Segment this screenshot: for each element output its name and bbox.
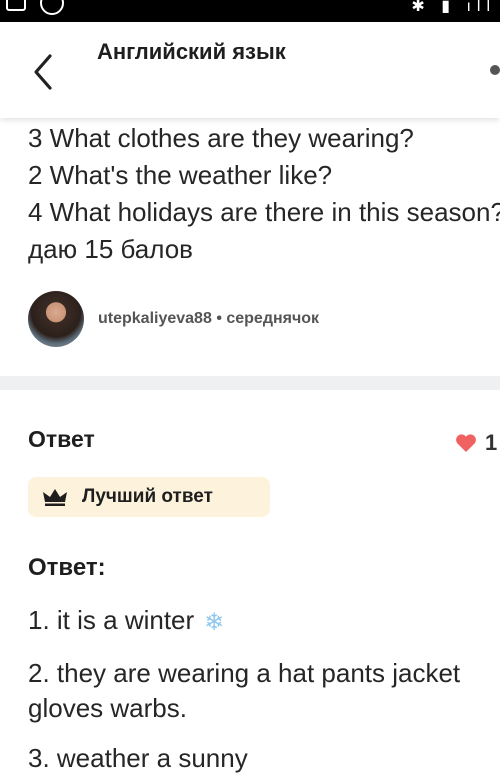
question-line: 4 What holidays are there in this season…: [28, 197, 500, 227]
question-line: 3 What clothes are they wearing?: [28, 123, 414, 153]
back-button[interactable]: [26, 50, 62, 94]
section-divider: [0, 376, 500, 390]
question-text: 3 What clothes are they wearing? 2 What'…: [28, 120, 500, 268]
answer-heading: Ответ: [28, 426, 95, 452]
question-author[interactable]: utepkaliyeva88 • середнячок: [28, 290, 319, 348]
page-title: Английский язык: [97, 39, 286, 64]
more-options-icon[interactable]: [490, 65, 500, 75]
crown-icon: [43, 489, 67, 506]
heart-icon: [456, 434, 476, 452]
gallery-icon: [6, 0, 26, 11]
question-line: даю 15 балов: [28, 234, 193, 264]
best-answer-badge: Лучший ответ: [28, 477, 270, 517]
likes-count: 1: [485, 430, 498, 455]
answer-line: 2. they are wearing a hat pants jacket: [28, 658, 461, 688]
author-username[interactable]: utepkaliyeva88: [98, 310, 212, 327]
status-bar: ✱ ▮ ıll: [0, 0, 500, 22]
signal-icons: ✱ ▮ ıll: [411, 0, 496, 15]
answer-label: Ответ:: [28, 554, 106, 581]
separator-dot: •: [216, 310, 227, 327]
answer-line-text: 1. it is a winter: [28, 605, 195, 635]
author-rank: середнячок: [226, 310, 320, 327]
best-answer-label: Лучший ответ: [82, 486, 213, 507]
answer-line: gloves warbs.: [28, 693, 187, 723]
app-bar: Английский язык: [0, 22, 500, 118]
answer-line: 1. it is a winter ❄: [28, 602, 500, 641]
back-arrow-icon: [34, 54, 52, 90]
question-line: 2 What's the weather like?: [28, 160, 333, 190]
like-button[interactable]: 1: [455, 430, 497, 456]
answer-line: 3. weather a sunny: [28, 743, 248, 773]
snowflake-icon: ❄: [204, 608, 225, 636]
avatar[interactable]: [28, 291, 84, 347]
whatsapp-icon: [40, 0, 64, 15]
